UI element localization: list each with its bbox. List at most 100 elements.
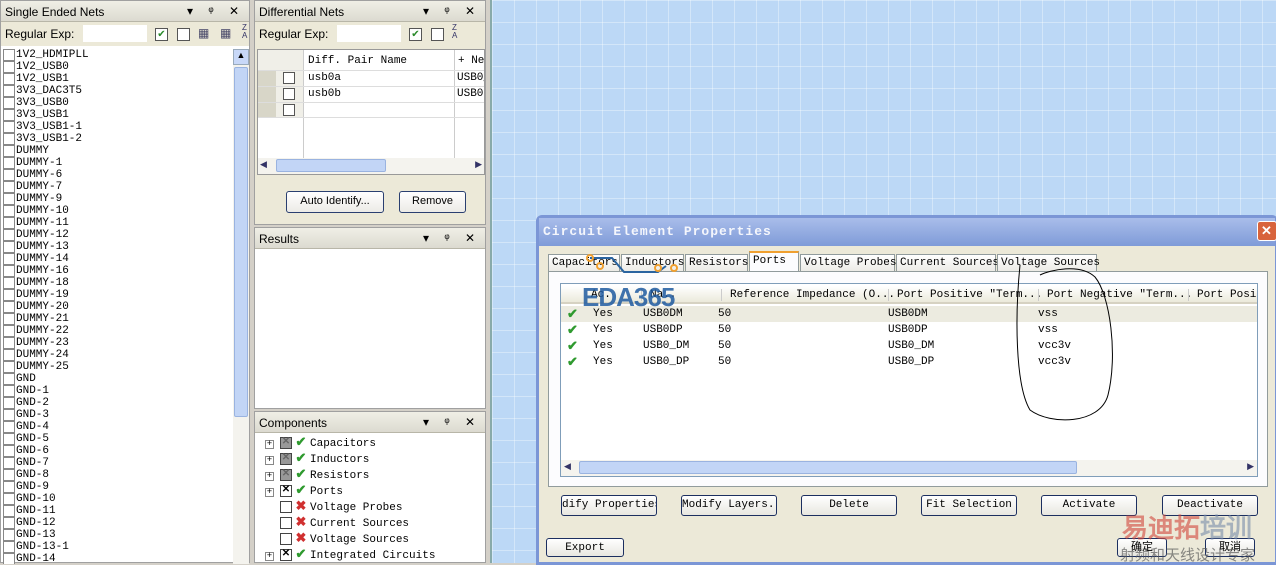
expand-icon[interactable]: + bbox=[265, 552, 274, 561]
net-list-item[interactable]: 1V2_USB1 bbox=[3, 73, 69, 85]
tab-resistors[interactable]: Resistors bbox=[685, 254, 748, 271]
net-checkbox[interactable] bbox=[3, 169, 15, 181]
net-list-item[interactable]: GND-13-1 bbox=[3, 541, 69, 553]
check-all-icon[interactable]: ✔ bbox=[409, 28, 422, 41]
net-checkbox[interactable] bbox=[3, 217, 15, 229]
net-list-item[interactable]: DUMMY-19 bbox=[3, 289, 69, 301]
net-list-item[interactable]: GND-6 bbox=[3, 445, 49, 457]
net-checkbox[interactable] bbox=[3, 313, 15, 325]
component-checkbox[interactable]: ✕ bbox=[280, 469, 292, 482]
panel-controls[interactable]: ▾ ᵠ ✕ bbox=[423, 415, 481, 429]
delete-button[interactable]: Delete bbox=[801, 495, 897, 516]
net-list-item[interactable]: GND-11 bbox=[3, 505, 56, 517]
table-row[interactable]: usb0b USB0I bbox=[258, 86, 484, 102]
net-checkbox[interactable] bbox=[3, 133, 15, 145]
export-button[interactable]: Export bbox=[546, 538, 624, 557]
net-checkbox[interactable] bbox=[3, 517, 15, 529]
net-checkbox[interactable] bbox=[3, 469, 15, 481]
panel-controls[interactable]: ▾ ᵠ ✕ bbox=[423, 231, 481, 245]
net-list-item[interactable]: 1V2_USB0 bbox=[3, 61, 69, 73]
component-tree-item[interactable]: + ✕ ✔ Ports bbox=[265, 483, 343, 499]
uncheck-all-icon[interactable] bbox=[177, 28, 190, 41]
net-list-item[interactable]: DUMMY-7 bbox=[3, 181, 62, 193]
net-checkbox[interactable] bbox=[3, 337, 15, 349]
table-row[interactable]: usb0a USB0_ bbox=[258, 70, 484, 86]
net-checkbox[interactable] bbox=[3, 421, 15, 433]
net-list-item[interactable]: DUMMY bbox=[3, 145, 49, 157]
component-checkbox[interactable]: ✕ bbox=[280, 453, 292, 466]
grid-icon[interactable]: ▦ bbox=[198, 26, 209, 40]
net-list-item[interactable]: DUMMY-24 bbox=[3, 349, 69, 361]
net-list-item[interactable]: 3V3_USB1-2 bbox=[3, 133, 82, 145]
scrollbar-thumb[interactable] bbox=[276, 159, 386, 172]
component-checkbox[interactable]: ✕ bbox=[280, 485, 292, 498]
column-header[interactable]: Port Positi bbox=[1188, 289, 1257, 301]
net-list-item[interactable]: DUMMY-20 bbox=[3, 301, 69, 313]
net-list-item[interactable]: DUMMY-12 bbox=[3, 229, 69, 241]
component-tree-item[interactable]: + ✕ ✔ Integrated Circuits bbox=[265, 547, 435, 563]
uncheck-all-icon[interactable] bbox=[431, 28, 444, 41]
net-list-item[interactable]: GND-14 bbox=[3, 553, 56, 564]
net-checkbox[interactable] bbox=[3, 361, 15, 373]
modify-properties-button[interactable]: dify Properties. bbox=[561, 495, 657, 516]
net-checkbox[interactable] bbox=[3, 457, 15, 469]
net-list-item[interactable]: 3V3_USB1-1 bbox=[3, 121, 82, 133]
net-list-item[interactable]: DUMMY-6 bbox=[3, 169, 62, 181]
regexp-input[interactable] bbox=[337, 25, 401, 42]
net-list-item[interactable]: 1V2_HDMIPLL bbox=[3, 49, 89, 61]
net-list-item[interactable]: DUMMY-10 bbox=[3, 205, 69, 217]
net-checkbox[interactable] bbox=[3, 301, 15, 313]
component-tree-item[interactable]: ✖ Voltage Sources bbox=[265, 531, 409, 547]
net-checkbox[interactable] bbox=[3, 121, 15, 133]
net-list-item[interactable]: 3V3_USB0 bbox=[3, 97, 69, 109]
net-checkbox[interactable] bbox=[3, 325, 15, 337]
component-tree-item[interactable]: ✖ Voltage Probes bbox=[265, 499, 402, 515]
net-list-item[interactable]: DUMMY-23 bbox=[3, 337, 69, 349]
component-checkbox[interactable]: ✕ bbox=[280, 549, 292, 562]
net-list-item[interactable]: GND-12 bbox=[3, 517, 56, 529]
table-row-new[interactable] bbox=[258, 102, 484, 118]
component-checkbox[interactable]: ✕ bbox=[280, 437, 292, 450]
net-checkbox[interactable] bbox=[3, 229, 15, 241]
net-checkbox[interactable] bbox=[3, 481, 15, 493]
net-checkbox[interactable] bbox=[3, 241, 15, 253]
net-checkbox[interactable] bbox=[3, 145, 15, 157]
vertical-scrollbar[interactable]: ▲ bbox=[233, 49, 249, 564]
net-checkbox[interactable] bbox=[3, 109, 15, 121]
tab-ports[interactable]: Ports bbox=[749, 251, 799, 272]
expand-icon[interactable]: + bbox=[265, 472, 274, 481]
net-list-item[interactable]: DUMMY-21 bbox=[3, 313, 69, 325]
horizontal-scrollbar[interactable]: ◀ ▶ bbox=[561, 460, 1257, 476]
net-checkbox[interactable] bbox=[3, 445, 15, 457]
component-checkbox[interactable] bbox=[280, 517, 292, 530]
net-checkbox[interactable] bbox=[3, 97, 15, 109]
panel-controls[interactable]: ▾ ᵠ ✕ bbox=[423, 4, 481, 18]
scrollbar-thumb[interactable] bbox=[234, 67, 248, 417]
panel-controls[interactable]: ▾ ᵠ ✕ bbox=[187, 4, 245, 18]
net-checkbox[interactable] bbox=[3, 277, 15, 289]
net-list-item[interactable]: GND-7 bbox=[3, 457, 49, 469]
net-checkbox[interactable] bbox=[3, 553, 15, 564]
net-checkbox[interactable] bbox=[3, 193, 15, 205]
net-checkbox[interactable] bbox=[3, 373, 15, 385]
check-all-icon[interactable]: ✔ bbox=[155, 28, 168, 41]
auto-identify-button[interactable]: Auto Identify... bbox=[286, 191, 384, 213]
net-list-item[interactable]: GND-3 bbox=[3, 409, 49, 421]
table-row[interactable]: ✔ Yes USB0_DP 50 USB0_DP vcc3v bbox=[561, 354, 1257, 370]
component-checkbox[interactable] bbox=[280, 533, 292, 546]
net-list-item[interactable]: 3V3_DAC3T5 bbox=[3, 85, 82, 97]
net-checkbox[interactable] bbox=[3, 493, 15, 505]
table-row[interactable]: ✔ Yes USB0DP 50 USB0DP vss bbox=[561, 322, 1257, 338]
net-list-item[interactable]: GND-4 bbox=[3, 421, 49, 433]
net-list-item[interactable]: DUMMY-25 bbox=[3, 361, 69, 373]
component-tree-item[interactable]: + ✕ ✔ Capacitors bbox=[265, 435, 376, 451]
net-checkbox[interactable] bbox=[3, 181, 15, 193]
column-header[interactable]: Reference Impedance (O... bbox=[721, 289, 895, 301]
component-tree-item[interactable]: + ✕ ✔ Resistors bbox=[265, 467, 369, 483]
net-checkbox[interactable] bbox=[3, 49, 15, 61]
tab-voltage-probes[interactable]: Voltage Probes bbox=[800, 254, 896, 271]
net-list-item[interactable]: GND-1 bbox=[3, 385, 49, 397]
regexp-input[interactable] bbox=[83, 25, 147, 42]
modify-layers-button[interactable]: Modify Layers... bbox=[681, 495, 777, 516]
expand-icon[interactable]: + bbox=[265, 456, 274, 465]
